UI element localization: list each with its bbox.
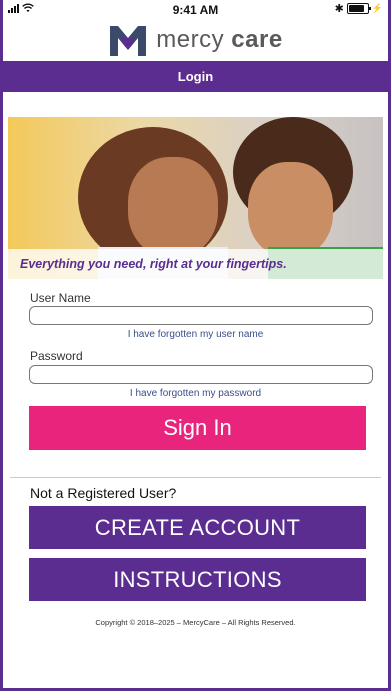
hero-caption-text: Everything you need, right at your finge… — [20, 257, 287, 271]
battery-icon — [346, 3, 371, 14]
instructions-button[interactable]: INSTRUCTIONS — [29, 558, 366, 601]
charging-icon: ⚡ — [371, 3, 383, 13]
brand-logo: mercy care — [0, 20, 391, 60]
forgot-username-link[interactable]: I have forgotten my user name — [0, 329, 391, 340]
bluetooth-icon: ✱ — [334, 3, 344, 15]
forgot-password-link[interactable]: I have forgotten my password — [0, 388, 391, 399]
brand-name-light: mercy — [156, 26, 232, 53]
mercy-care-logo-icon — [110, 26, 147, 56]
not-registered-prompt: Not a Registered User? — [30, 485, 177, 501]
hero-banner: Everything you need, right at your finge… — [8, 117, 383, 279]
password-label: Password — [30, 349, 83, 363]
divider — [10, 477, 381, 478]
password-input[interactable] — [29, 365, 373, 384]
hero-photo-mother-face — [128, 157, 218, 257]
header-bar: Login — [3, 61, 388, 92]
username-input[interactable] — [29, 306, 373, 325]
brand-name-bold: care — [231, 26, 283, 53]
sign-in-button[interactable]: Sign In — [29, 406, 366, 450]
hero-caption: Everything you need, right at your finge… — [8, 249, 383, 279]
status-time: 9:41 AM — [172, 3, 219, 17]
username-label: User Name — [30, 291, 91, 305]
brand-name: mercy care — [156, 26, 282, 54]
hero-photo-child-face — [248, 162, 333, 257]
page-title: Login — [177, 69, 214, 84]
copyright-text: Copyright © 2018–2025 – MercyCare – All … — [95, 618, 296, 627]
create-account-button[interactable]: CREATE ACCOUNT — [29, 506, 366, 549]
status-bar: 9:41 AM ✱ ⚡ — [0, 0, 391, 20]
status-right: ✱ ⚡ — [335, 2, 383, 15]
